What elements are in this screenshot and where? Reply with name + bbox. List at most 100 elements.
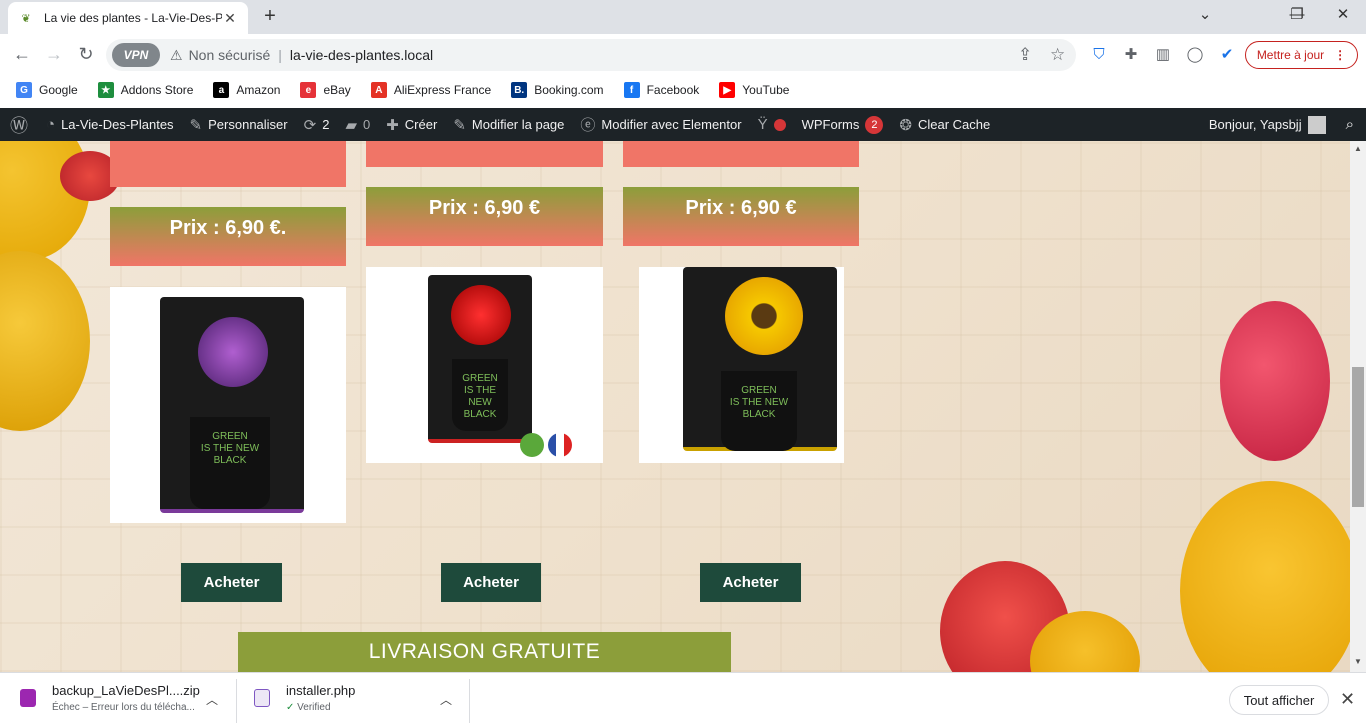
side-panel-icon[interactable]: ▥ [1152, 44, 1174, 66]
vpn-badge[interactable]: VPN [112, 43, 160, 67]
site-favicon-icon: ❦ [21, 12, 31, 25]
tulip-left-decoration [0, 251, 90, 431]
download-divider [236, 679, 237, 723]
bookmark-aliexpress-france[interactable]: A AliExpress France [370, 82, 492, 98]
product-1-image[interactable]: GREEN IS THE NEW BLACK [110, 287, 346, 523]
show-all-downloads-button[interactable]: Tout afficher [1229, 685, 1329, 715]
download-status: ✓ Verified [286, 702, 355, 713]
more-menu-icon[interactable]: ⋮ [1334, 48, 1346, 62]
download-divider [469, 679, 470, 723]
dashboard-icon: ◔ [46, 116, 56, 133]
warning-icon[interactable]: ⚠ [170, 47, 183, 64]
wpforms-link[interactable]: WPForms 2 [794, 108, 892, 141]
bookmark-label: Google [39, 83, 78, 97]
product-2-image[interactable]: GREEN IS THE NEW BLACK [366, 267, 603, 463]
page-content: Prix : 6,90 €. Prix : 6,90 € Prix : 6,90… [0, 141, 1350, 672]
buy-button-3[interactable]: Acheter [700, 563, 801, 602]
wpforms-badge: 2 [865, 115, 884, 134]
product-1-price: Prix : 6,90 €. [110, 207, 346, 266]
bookmark-label: Booking.com [534, 83, 604, 97]
customize-link[interactable]: ✎ Personnaliser [182, 108, 296, 141]
reload-icon[interactable]: ↻ [74, 43, 98, 67]
youtube-icon: ▶ [719, 82, 736, 98]
product-3-image[interactable]: GREEN IS THE NEW BLACK [639, 267, 844, 463]
download-filename: installer.php [286, 683, 356, 698]
elementor-link[interactable]: ⓔ Modifier avec Elementor [572, 108, 749, 141]
pencil-icon: ✎ [453, 116, 466, 134]
booking-icon: B. [511, 82, 528, 98]
download-item-zip[interactable]: backup_LaVieDesPl....zip Échec – Erreur … [20, 673, 218, 723]
account-menu[interactable]: Bonjour, Yapsbjj [1201, 108, 1334, 141]
bookmark-google[interactable]: G Google [16, 82, 78, 98]
clear-cache-link[interactable]: ❂ Clear Cache [891, 108, 998, 141]
tulip-pink-right-decoration [1220, 301, 1330, 461]
bookmark-booking-com[interactable]: B. Booking.com [511, 82, 604, 98]
bookmark-label: Addons Store [120, 83, 194, 97]
product-2-flower [451, 285, 511, 345]
bookmark-youtube[interactable]: ▶ YouTube [719, 82, 789, 98]
bookmark-label: AliExpress France [393, 83, 492, 97]
aliexpress-icon: A [370, 82, 387, 98]
edit-page-link[interactable]: ✎ Modifier la page [445, 108, 572, 141]
download-item-php[interactable]: installer.php ✓ Verified ︿ [254, 673, 452, 723]
scrollbar-thumb[interactable] [1352, 367, 1364, 507]
new-tab-button[interactable]: + [258, 5, 282, 29]
address-bar[interactable]: VPN ⚠ Non sécurisé | la-vie-des-plantes.… [106, 39, 1076, 71]
browser-tab-active[interactable]: ❦ La vie des plantes - La-Vie-Des-P ✕ [8, 2, 248, 34]
product-3-pot: GREEN IS THE NEW BLACK [721, 371, 797, 451]
yoast-link[interactable]: Ÿ [750, 108, 794, 141]
bookmark-star-icon[interactable]: ☆ [1050, 45, 1065, 65]
search-icon[interactable]: ⌕ [1334, 108, 1366, 141]
restore-button[interactable]: ❐ [1274, 4, 1320, 28]
site-name-link[interactable]: ◔ La-Vie-Des-Plantes [38, 108, 182, 141]
scroll-down-arrow-icon[interactable]: ▼ [1354, 657, 1362, 666]
tab-search-icon[interactable]: ⌄ [1182, 4, 1228, 28]
buy-button-1[interactable]: Acheter [181, 563, 282, 602]
tab-close-icon[interactable]: ✕ [222, 10, 238, 27]
buy-button-2[interactable]: Acheter [441, 563, 541, 602]
bookmark-amazon[interactable]: a Amazon [213, 82, 280, 98]
google-icon: G [16, 82, 32, 98]
back-arrow-icon[interactable]: ← [10, 43, 34, 67]
elementor-label: Modifier avec Elementor [601, 117, 742, 132]
comments-link[interactable]: ▰ 0 [337, 108, 378, 141]
updates-link[interactable]: ⟳ 2 [296, 108, 338, 141]
product-3-flower [725, 277, 803, 355]
profile-icon[interactable]: ◯ [1184, 44, 1206, 66]
create-link[interactable]: ✚ Créer [378, 108, 445, 141]
wpforms-label: WPForms [801, 117, 860, 132]
shield-extension-icon[interactable]: ⛉ [1088, 44, 1110, 66]
download-status-text: Verified [297, 702, 331, 713]
page-scrollbar[interactable]: ▲ ▼ [1350, 141, 1366, 672]
extensions-puzzle-icon[interactable]: ✚ [1120, 44, 1142, 66]
plus-icon: ✚ [386, 116, 399, 134]
scroll-up-arrow-icon[interactable]: ▲ [1354, 144, 1362, 153]
close-window-button[interactable]: ✕ [1320, 4, 1366, 28]
facebook-icon: f [623, 82, 640, 98]
edit-page-label: Modifier la page [471, 117, 565, 132]
security-status[interactable]: Non sécurisé [189, 47, 271, 63]
wp-admin-bar: Ⓦ ◔ La-Vie-Des-Plantes ✎ Personnaliser ⟳ 2 … [0, 108, 1366, 141]
chevron-up-icon[interactable]: ︿ [206, 691, 218, 708]
product-1-flower [198, 317, 268, 387]
bookmark-label: eBay [323, 83, 351, 97]
bookmark-addons-store[interactable]: ★ Addons Store [97, 82, 194, 98]
close-download-shelf-icon[interactable]: ✕ [1340, 689, 1355, 710]
bookmark-ebay[interactable]: e eBay [300, 82, 351, 98]
chevron-up-icon[interactable]: ︿ [440, 691, 452, 708]
product-2-pot: GREEN IS THE NEW BLACK [452, 359, 508, 431]
update-chrome-button[interactable]: Mettre à jour ⋮ [1245, 41, 1358, 69]
bookmarks-bar: G Google ★ Addons Store a Amazon e eBay A AliExpr… [0, 76, 1366, 104]
bookmark-facebook[interactable]: f Facebook [623, 82, 699, 98]
share-icon[interactable]: ⇪ [1018, 45, 1032, 65]
url-text[interactable]: la-vie-des-plantes.local [290, 47, 433, 63]
wp-account-area: Bonjour, Yapsbjj ⌕ [1201, 108, 1366, 141]
create-label: Créer [404, 117, 438, 132]
seo-status-dot [773, 118, 786, 131]
forward-arrow-icon[interactable]: → [42, 43, 66, 67]
password-shield-icon[interactable]: ✔ [1216, 44, 1238, 66]
wordpress-logo-icon[interactable]: Ⓦ [0, 108, 38, 141]
updates-icon: ⟳ [303, 116, 317, 134]
product-2-header-panel [366, 141, 603, 167]
avatar [1307, 115, 1326, 134]
